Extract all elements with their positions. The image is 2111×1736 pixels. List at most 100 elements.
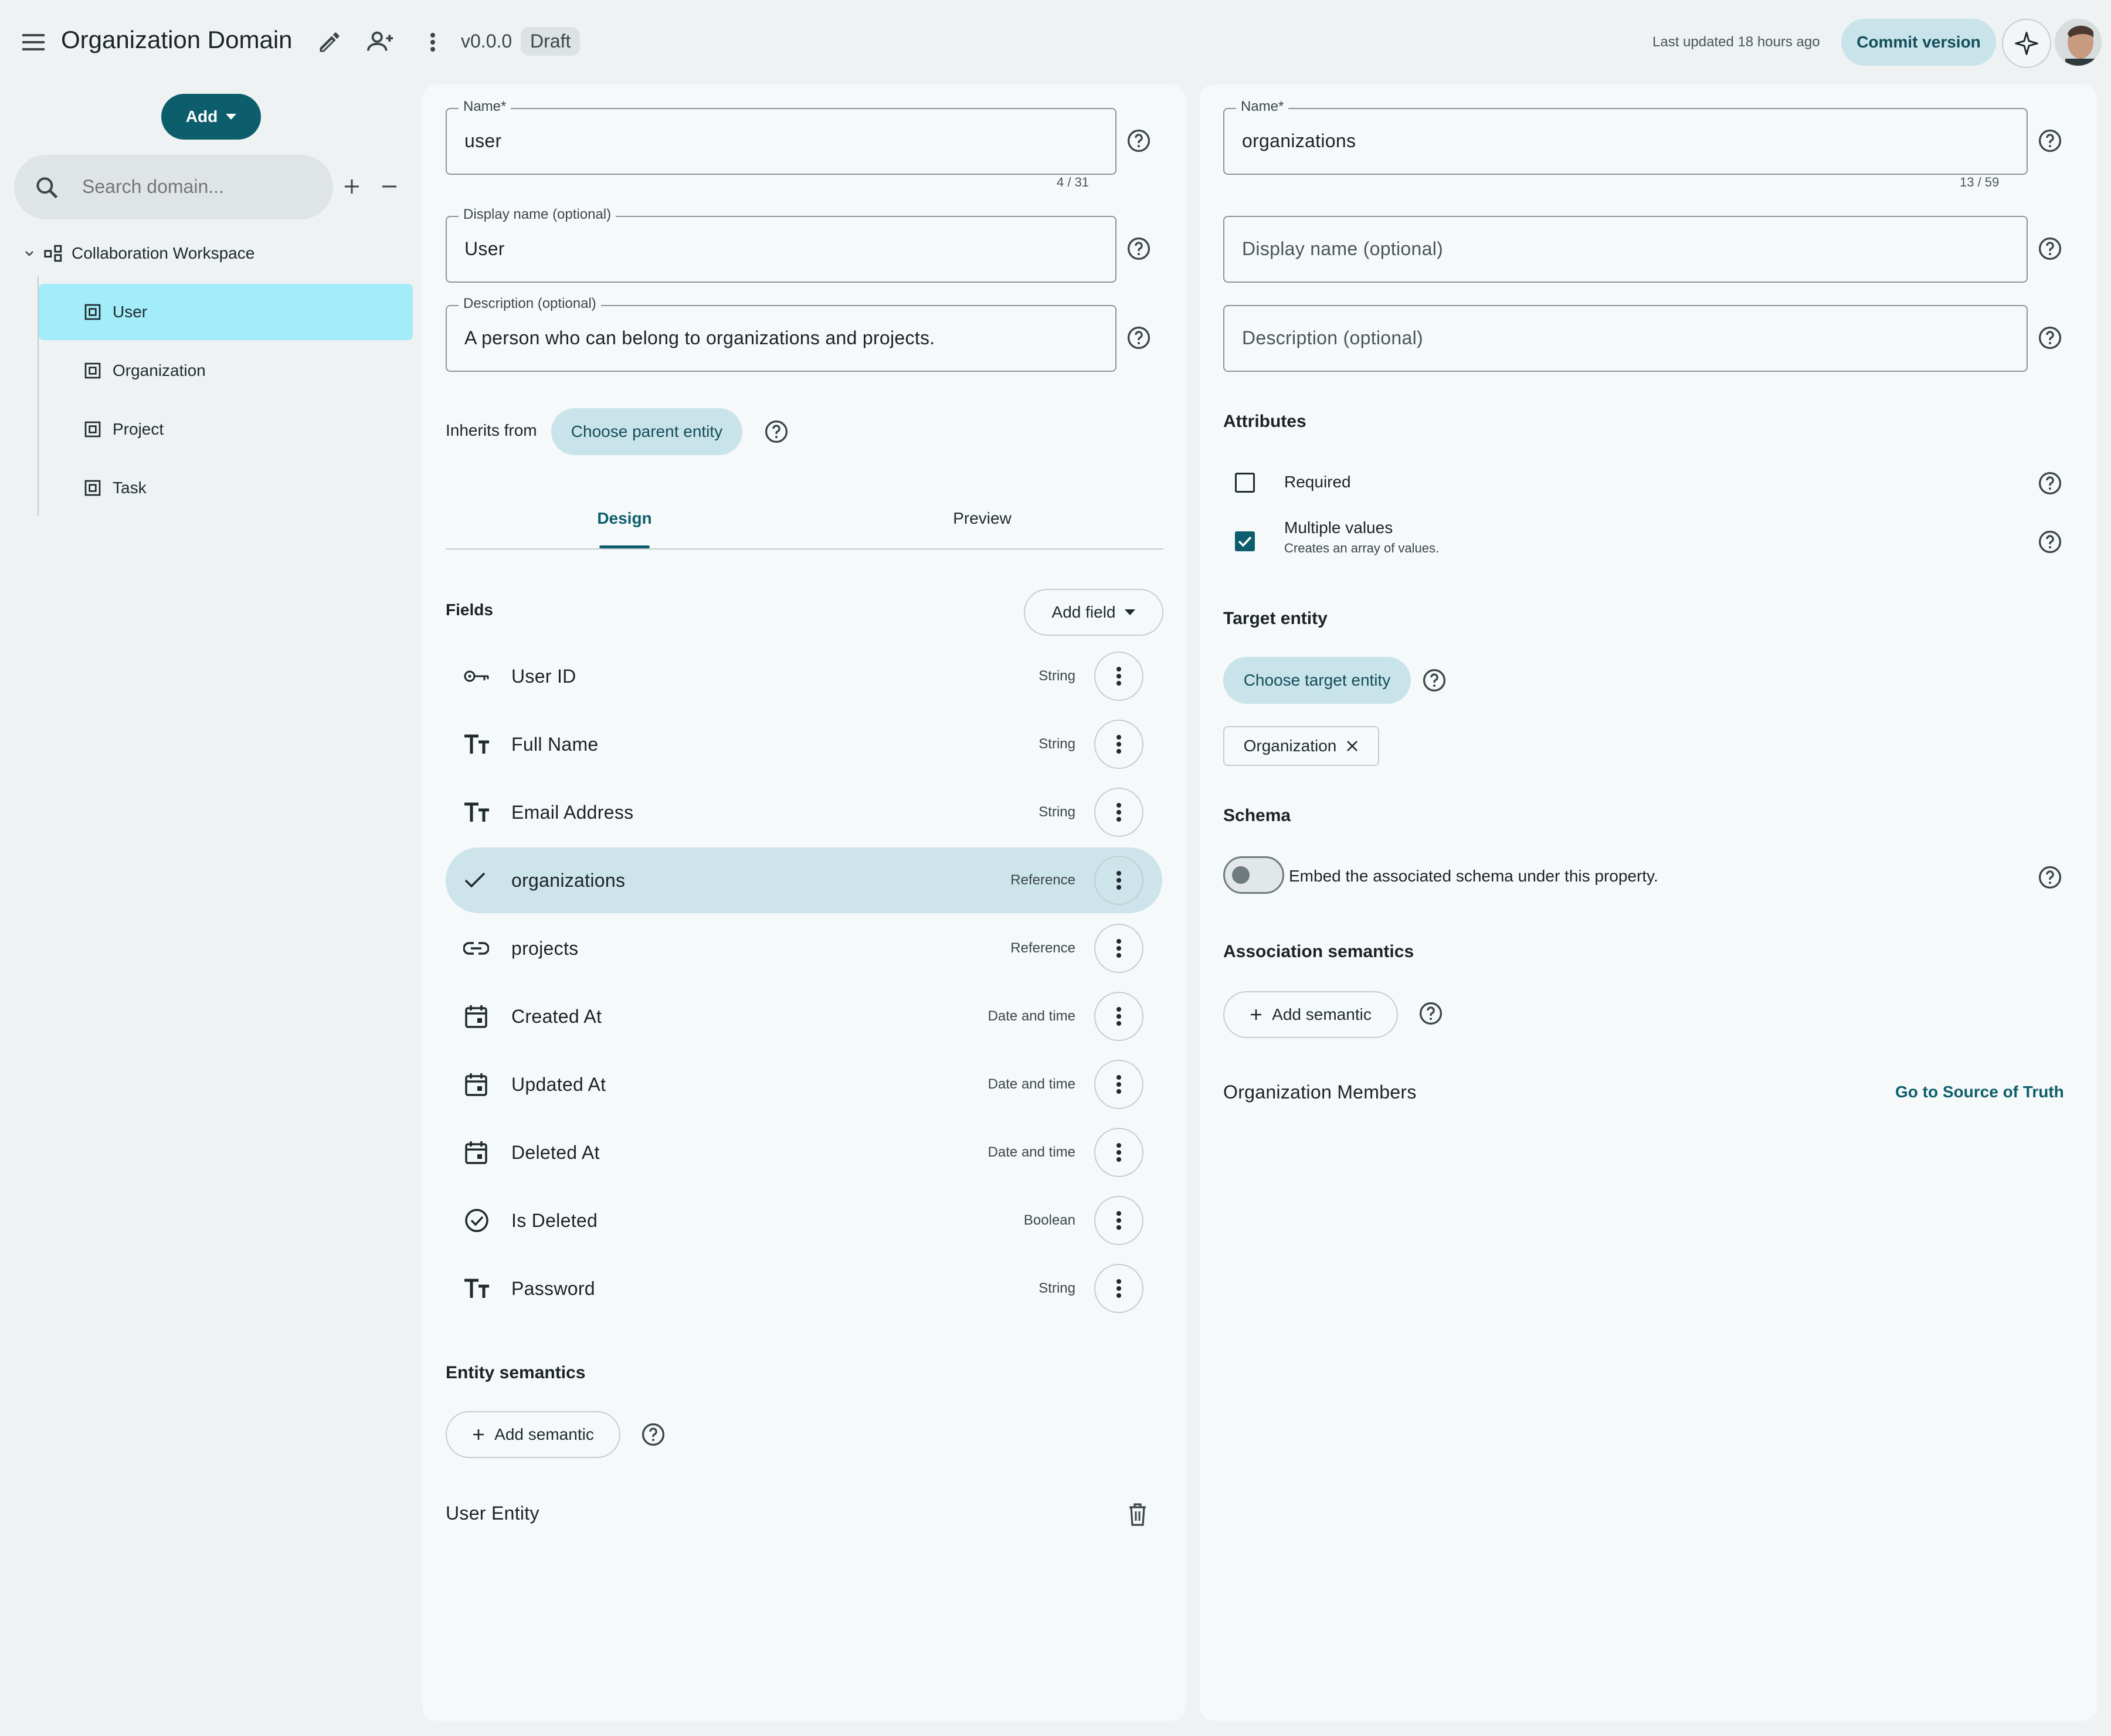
tab-design[interactable]: Design xyxy=(563,509,686,528)
field-row-password[interactable]: Password String xyxy=(446,1256,1162,1321)
schema-toggle[interactable] xyxy=(1223,856,1284,894)
field-row-projects[interactable]: projects Reference xyxy=(446,916,1162,981)
field-type: String xyxy=(1038,804,1075,820)
sidebar-item-label: User xyxy=(113,303,148,321)
page-title: Organization Domain xyxy=(61,26,293,53)
chevron-down-icon xyxy=(25,251,33,256)
target-entity-title: Target entity xyxy=(1223,609,1328,628)
field-row-updated-at[interactable]: Updated At Date and time xyxy=(446,1052,1162,1117)
collapse-all-icon[interactable] xyxy=(379,176,400,197)
field-row-is-deleted[interactable]: Is Deleted Boolean xyxy=(446,1188,1162,1253)
multiple-values-sub: Creates an array of values. xyxy=(1284,541,1440,555)
multiple-values-checkbox[interactable] xyxy=(1235,531,1255,551)
field-row-user-id[interactable]: User ID String xyxy=(446,643,1162,709)
choose-target-button[interactable]: Choose target entity xyxy=(1223,657,1411,704)
help-icon[interactable] xyxy=(2037,236,2063,262)
help-icon[interactable] xyxy=(2037,325,2063,351)
field-name: Is Deleted xyxy=(511,1209,598,1231)
calendar-icon xyxy=(464,1004,493,1029)
field-menu-button[interactable] xyxy=(1094,720,1143,769)
search-input[interactable] xyxy=(81,172,318,201)
entity-display-field[interactable] xyxy=(446,216,1116,283)
search-field[interactable] xyxy=(14,155,333,219)
delete-icon[interactable] xyxy=(1126,1501,1149,1527)
help-icon[interactable] xyxy=(2037,864,2063,890)
field-menu-button[interactable] xyxy=(1094,652,1143,701)
field-menu-button[interactable] xyxy=(1094,856,1143,905)
target-entity-chip[interactable]: Organization xyxy=(1223,726,1379,766)
choose-parent-button[interactable]: Choose parent entity xyxy=(551,408,742,455)
field-type: Reference xyxy=(1010,872,1075,888)
more-vert-icon xyxy=(1116,1279,1121,1298)
help-icon[interactable] xyxy=(2037,470,2063,496)
choose-parent-label: Choose parent entity xyxy=(571,422,723,440)
entity-name-field[interactable] xyxy=(446,108,1116,175)
field-name: Full Name xyxy=(511,733,599,755)
more-vert-icon[interactable] xyxy=(425,29,441,55)
field-menu-button[interactable] xyxy=(1094,924,1143,973)
add-button[interactable]: Add xyxy=(161,94,261,140)
sidebar-item-task[interactable]: Task xyxy=(39,460,413,516)
entity-add-semantic-button[interactable]: Add semantic xyxy=(446,1411,620,1458)
sidebar-item-project[interactable]: Project xyxy=(39,401,413,457)
close-icon[interactable] xyxy=(1346,740,1359,752)
field-row-full-name[interactable]: Full Name String xyxy=(446,711,1162,777)
source-of-truth-link[interactable]: Go to Source of Truth xyxy=(1895,1083,2064,1101)
property-name-value: organizations xyxy=(1242,130,1356,151)
multiple-values-label: Multiple values xyxy=(1284,518,1393,537)
commit-version-button[interactable]: Commit version xyxy=(1841,19,1996,66)
field-menu-button[interactable] xyxy=(1094,1264,1143,1313)
entity-icon xyxy=(84,304,101,320)
field-type: String xyxy=(1038,1280,1075,1296)
tree-root[interactable]: Collaboration Workspace xyxy=(23,240,254,266)
expand-all-icon[interactable] xyxy=(341,176,362,197)
sidebar-item-organization[interactable]: Organization xyxy=(39,343,413,399)
field-row-organizations[interactable]: organizations Reference xyxy=(446,847,1162,913)
help-icon[interactable] xyxy=(1126,325,1152,351)
field-menu-button[interactable] xyxy=(1094,1060,1143,1109)
required-checkbox[interactable] xyxy=(1235,473,1255,493)
ai-assistant-button[interactable] xyxy=(2002,19,2051,68)
edit-icon[interactable] xyxy=(317,29,342,55)
field-menu-button[interactable] xyxy=(1094,992,1143,1041)
field-menu-button[interactable] xyxy=(1094,788,1143,837)
field-row-email-address[interactable]: Email Address String xyxy=(446,779,1162,845)
more-vert-icon xyxy=(1116,1007,1121,1026)
entity-icon xyxy=(84,421,101,438)
entity-name-label: Name* xyxy=(459,99,511,115)
help-icon[interactable] xyxy=(763,419,789,445)
help-icon[interactable] xyxy=(1126,128,1152,154)
property-description-placeholder: Description (optional) xyxy=(1242,327,1423,348)
field-row-created-at[interactable]: Created At Date and time xyxy=(446,984,1162,1049)
help-icon[interactable] xyxy=(1421,667,1447,693)
sidebar-item-user[interactable]: User xyxy=(39,284,413,340)
add-label: Add xyxy=(185,107,218,126)
help-icon[interactable] xyxy=(1126,236,1152,262)
avatar[interactable] xyxy=(2055,19,2102,66)
schema-toggle-label: Embed the associated schema under this p… xyxy=(1289,867,1658,885)
field-row-deleted-at[interactable]: Deleted At Date and time xyxy=(446,1120,1162,1185)
property-footer-label: Organization Members xyxy=(1223,1081,1417,1103)
add-field-button[interactable]: Add field xyxy=(1024,589,1163,636)
version-label: v0.0.0 xyxy=(461,30,513,52)
field-menu-button[interactable] xyxy=(1094,1128,1143,1177)
link-icon xyxy=(463,940,493,957)
help-icon[interactable] xyxy=(1418,1001,1444,1026)
field-menu-button[interactable] xyxy=(1094,1196,1143,1245)
help-icon[interactable] xyxy=(640,1422,666,1447)
help-icon[interactable] xyxy=(2037,128,2063,154)
more-vert-icon xyxy=(1116,871,1121,890)
schema-title: Schema xyxy=(1223,806,1291,825)
property-add-semantic-button[interactable]: Add semantic xyxy=(1223,991,1398,1038)
field-type: Date and time xyxy=(987,1144,1075,1160)
target-entity-chip-label: Organization xyxy=(1243,737,1337,755)
check-icon xyxy=(1238,536,1252,547)
commit-version-label: Commit version xyxy=(1857,33,1981,51)
field-name: User ID xyxy=(511,665,576,687)
menu-icon[interactable] xyxy=(21,30,47,54)
plus-icon xyxy=(473,1429,484,1440)
help-icon[interactable] xyxy=(2037,529,2063,555)
tab-preview[interactable]: Preview xyxy=(921,509,1044,528)
entity-description-value: A person who can belong to organizations… xyxy=(464,327,935,348)
add-person-icon[interactable] xyxy=(366,28,395,55)
